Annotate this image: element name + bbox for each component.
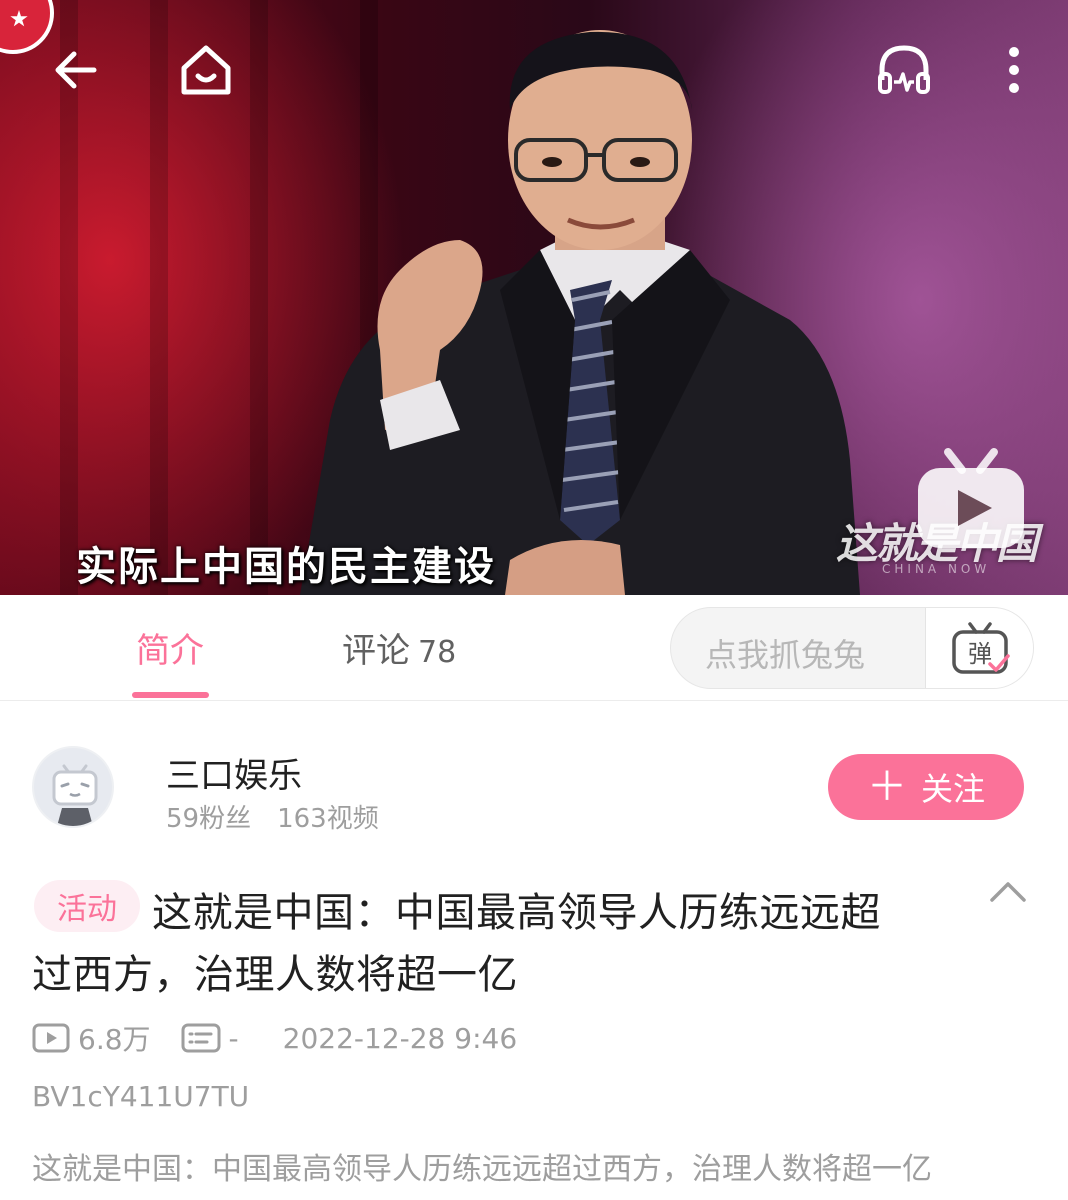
danmaku-count-group: -: [181, 1022, 239, 1055]
audio-mode-icon[interactable]: [872, 38, 936, 102]
default-avatar-icon: [52, 764, 98, 826]
view-count: 6.8万: [78, 1023, 151, 1056]
video-title-line1: 这就是中国：中国最高领导人历练远远超: [152, 890, 881, 936]
tab-active-indicator: [132, 692, 209, 698]
bvid: BV1cY411U7TU: [32, 1080, 250, 1113]
uploader-stats: 59粉丝 163视频: [166, 798, 379, 835]
publish-time: 2022-12-28 9:46: [282, 1021, 518, 1055]
follow-label: 关注: [920, 770, 985, 808]
tab-comments[interactable]: 评论 78: [342, 623, 456, 672]
video-description: 这就是中国：中国最高领导人历练远远超过西方，治理人数将超一亿: [32, 1152, 932, 1187]
avatar[interactable]: [32, 746, 114, 828]
danmaku-input-placeholder[interactable]: 点我抓兔兔: [705, 630, 865, 676]
play-tv-icon[interactable]: [912, 444, 1030, 554]
play-count-icon: [32, 1023, 70, 1053]
more-icon[interactable]: [982, 38, 1046, 102]
video-player[interactable]: 实际上中国的民主建设 这就是中国 CHINA NOW: [0, 0, 1068, 595]
chevron-up-icon[interactable]: [984, 872, 1032, 912]
uploader-videos: 163视频: [277, 804, 379, 834]
comment-count: 78: [418, 635, 457, 670]
uploader-name[interactable]: 三口娱乐: [166, 748, 302, 797]
tab-comments-label: 评论: [342, 631, 410, 671]
tab-intro-label: 简介: [136, 631, 204, 671]
danmaku-tv-icon: 弹: [951, 622, 1010, 674]
activity-badge[interactable]: 活动: [34, 880, 140, 932]
danmaku-count: -: [228, 1021, 239, 1055]
plus-icon: ＋: [866, 764, 907, 810]
danmaku-toggle-button[interactable]: 弹: [925, 608, 1033, 688]
uploader-fans: 59粉丝: [166, 804, 252, 834]
danmaku-input-bar[interactable]: 点我抓兔兔 弹: [670, 607, 1034, 689]
tab-intro[interactable]: 简介: [136, 623, 204, 672]
video-meta-row: 6.8万 - 2022-12-28 9:46: [32, 1018, 517, 1058]
video-title-line2: 过西方，治理人数将超一亿: [32, 952, 518, 998]
follow-button[interactable]: ＋ 关注: [828, 754, 1024, 820]
view-count-group: 6.8万: [32, 1018, 151, 1058]
danmaku-count-icon: [181, 1023, 221, 1053]
program-watermark-sub: CHINA NOW: [882, 562, 991, 576]
home-icon[interactable]: [174, 38, 238, 102]
video-subtitle: 实际上中国的民主建设: [76, 544, 496, 590]
back-arrow-icon[interactable]: [44, 38, 108, 102]
